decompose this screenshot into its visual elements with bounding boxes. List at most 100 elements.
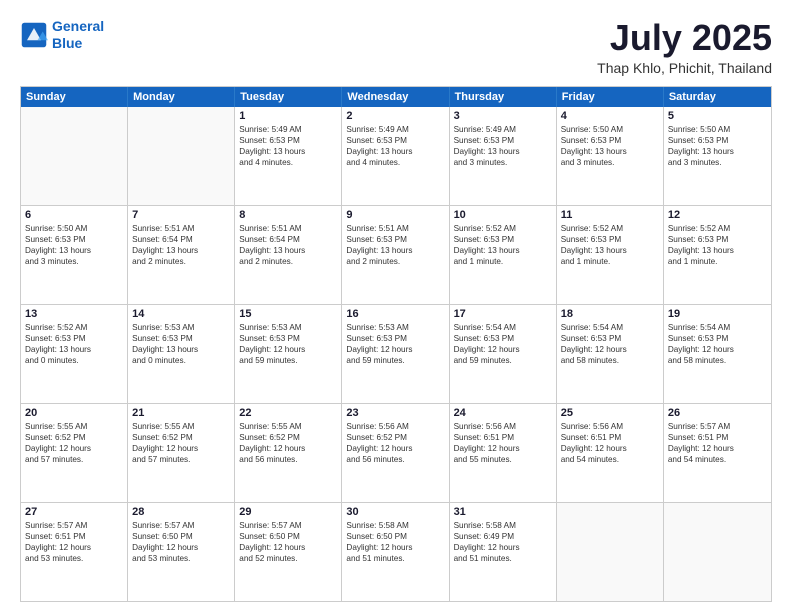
cell-info-line: Sunset: 6:51 PM <box>668 432 767 443</box>
cell-info-line: Sunrise: 5:56 AM <box>346 421 444 432</box>
day-number: 13 <box>25 308 123 320</box>
month-title: July 2025 <box>597 18 772 58</box>
cell-info-line: and 51 minutes. <box>454 553 552 564</box>
cell-info-line: Daylight: 13 hours <box>561 245 659 256</box>
cell-info-line: Sunset: 6:49 PM <box>454 531 552 542</box>
cell-info-line: and 58 minutes. <box>668 355 767 366</box>
cell-info-line: Sunrise: 5:56 AM <box>454 421 552 432</box>
day-cell-31: 31Sunrise: 5:58 AMSunset: 6:49 PMDayligh… <box>450 503 557 601</box>
cell-info-line: and 54 minutes. <box>668 454 767 465</box>
day-cell-3: 3Sunrise: 5:49 AMSunset: 6:53 PMDaylight… <box>450 107 557 205</box>
cell-info-line: and 1 minute. <box>561 256 659 267</box>
day-number: 8 <box>239 209 337 221</box>
cell-info-line: Sunrise: 5:50 AM <box>668 124 767 135</box>
cell-info-line: and 53 minutes. <box>25 553 123 564</box>
cell-info-line: Daylight: 12 hours <box>561 443 659 454</box>
day-number: 10 <box>454 209 552 221</box>
cell-info-line: Sunset: 6:52 PM <box>132 432 230 443</box>
cell-info-line: and 0 minutes. <box>25 355 123 366</box>
day-number: 11 <box>561 209 659 221</box>
calendar-row-4: 20Sunrise: 5:55 AMSunset: 6:52 PMDayligh… <box>21 403 771 502</box>
day-cell-24: 24Sunrise: 5:56 AMSunset: 6:51 PMDayligh… <box>450 404 557 502</box>
day-number: 31 <box>454 506 552 518</box>
cell-info-line: Daylight: 12 hours <box>668 344 767 355</box>
day-cell-26: 26Sunrise: 5:57 AMSunset: 6:51 PMDayligh… <box>664 404 771 502</box>
day-cell-18: 18Sunrise: 5:54 AMSunset: 6:53 PMDayligh… <box>557 305 664 403</box>
day-number: 18 <box>561 308 659 320</box>
cell-info-line: Daylight: 12 hours <box>454 344 552 355</box>
cell-info-line: Sunset: 6:54 PM <box>132 234 230 245</box>
cell-info-line: Sunset: 6:54 PM <box>239 234 337 245</box>
day-cell-17: 17Sunrise: 5:54 AMSunset: 6:53 PMDayligh… <box>450 305 557 403</box>
day-cell-19: 19Sunrise: 5:54 AMSunset: 6:53 PMDayligh… <box>664 305 771 403</box>
cell-info-line: Sunrise: 5:57 AM <box>25 520 123 531</box>
cell-info-line: Sunrise: 5:55 AM <box>132 421 230 432</box>
day-cell-12: 12Sunrise: 5:52 AMSunset: 6:53 PMDayligh… <box>664 206 771 304</box>
day-number: 17 <box>454 308 552 320</box>
cell-info-line: Daylight: 13 hours <box>454 146 552 157</box>
logo-line1: General <box>52 18 104 34</box>
cell-info-line: and 59 minutes. <box>454 355 552 366</box>
day-number: 4 <box>561 110 659 122</box>
calendar: SundayMondayTuesdayWednesdayThursdayFrid… <box>20 86 772 602</box>
day-number: 2 <box>346 110 444 122</box>
cell-info-line: and 3 minutes. <box>454 157 552 168</box>
cell-info-line: Sunrise: 5:50 AM <box>561 124 659 135</box>
day-header-tuesday: Tuesday <box>235 87 342 107</box>
cell-info-line: Daylight: 12 hours <box>132 443 230 454</box>
cell-info-line: Sunrise: 5:55 AM <box>25 421 123 432</box>
cell-info-line: Daylight: 13 hours <box>25 245 123 256</box>
cell-info-line: Daylight: 12 hours <box>346 443 444 454</box>
cell-info-line: Daylight: 12 hours <box>454 542 552 553</box>
cell-info-line: Daylight: 13 hours <box>25 344 123 355</box>
day-number: 24 <box>454 407 552 419</box>
day-cell-5: 5Sunrise: 5:50 AMSunset: 6:53 PMDaylight… <box>664 107 771 205</box>
cell-info-line: Daylight: 12 hours <box>239 443 337 454</box>
day-cell-13: 13Sunrise: 5:52 AMSunset: 6:53 PMDayligh… <box>21 305 128 403</box>
cell-info-line: Sunset: 6:52 PM <box>25 432 123 443</box>
empty-cell-4-5 <box>557 503 664 601</box>
cell-info-line: Sunrise: 5:49 AM <box>454 124 552 135</box>
day-number: 21 <box>132 407 230 419</box>
cell-info-line: Sunset: 6:53 PM <box>346 234 444 245</box>
day-cell-23: 23Sunrise: 5:56 AMSunset: 6:52 PMDayligh… <box>342 404 449 502</box>
cell-info-line: Daylight: 12 hours <box>561 344 659 355</box>
day-cell-4: 4Sunrise: 5:50 AMSunset: 6:53 PMDaylight… <box>557 107 664 205</box>
cell-info-line: Daylight: 13 hours <box>132 245 230 256</box>
cell-info-line: Sunrise: 5:54 AM <box>561 322 659 333</box>
cell-info-line: and 59 minutes. <box>239 355 337 366</box>
calendar-row-5: 27Sunrise: 5:57 AMSunset: 6:51 PMDayligh… <box>21 502 771 601</box>
cell-info-line: Daylight: 13 hours <box>239 245 337 256</box>
cell-info-line: Sunrise: 5:57 AM <box>132 520 230 531</box>
cell-info-line: and 57 minutes. <box>132 454 230 465</box>
calendar-header: SundayMondayTuesdayWednesdayThursdayFrid… <box>21 87 771 107</box>
day-cell-14: 14Sunrise: 5:53 AMSunset: 6:53 PMDayligh… <box>128 305 235 403</box>
cell-info-line: Sunrise: 5:57 AM <box>239 520 337 531</box>
cell-info-line: and 56 minutes. <box>346 454 444 465</box>
cell-info-line: Daylight: 13 hours <box>132 344 230 355</box>
day-number: 23 <box>346 407 444 419</box>
cell-info-line: Sunrise: 5:55 AM <box>239 421 337 432</box>
day-cell-8: 8 Sunrise: 5:51 AMSunset: 6:54 PMDaylight… <box>235 206 342 304</box>
cell-info-line: Daylight: 12 hours <box>239 542 337 553</box>
cell-info-line: Sunrise: 5:52 AM <box>561 223 659 234</box>
cell-info-line: Daylight: 13 hours <box>454 245 552 256</box>
cell-info-line: and 0 minutes. <box>132 355 230 366</box>
day-number: 6 <box>25 209 123 221</box>
day-number: 9 <box>346 209 444 221</box>
day-number: 3 <box>454 110 552 122</box>
day-number: 27 <box>25 506 123 518</box>
day-cell-20: 20Sunrise: 5:55 AMSunset: 6:52 PMDayligh… <box>21 404 128 502</box>
day-cell-9: 9Sunrise: 5:51 AMSunset: 6:53 PMDaylight… <box>342 206 449 304</box>
cell-info-line: Sunrise: 5:49 AM <box>346 124 444 135</box>
cell-info-line: Sunrise: 5:54 AM <box>454 322 552 333</box>
calendar-body: 1Sunrise: 5:49 AMSunset: 6:53 PMDaylight… <box>21 107 771 601</box>
cell-info-line: Sunrise: 5:51 AM <box>239 223 337 234</box>
cell-info-line: Sunrise: 5:50 AM <box>25 223 123 234</box>
day-cell-15: 15Sunrise: 5:53 AMSunset: 6:53 PMDayligh… <box>235 305 342 403</box>
day-header-monday: Monday <box>128 87 235 107</box>
day-header-saturday: Saturday <box>664 87 771 107</box>
cell-info-line: Sunrise: 5:52 AM <box>668 223 767 234</box>
cell-info-line: and 57 minutes. <box>25 454 123 465</box>
cell-info-line: and 2 minutes. <box>239 256 337 267</box>
